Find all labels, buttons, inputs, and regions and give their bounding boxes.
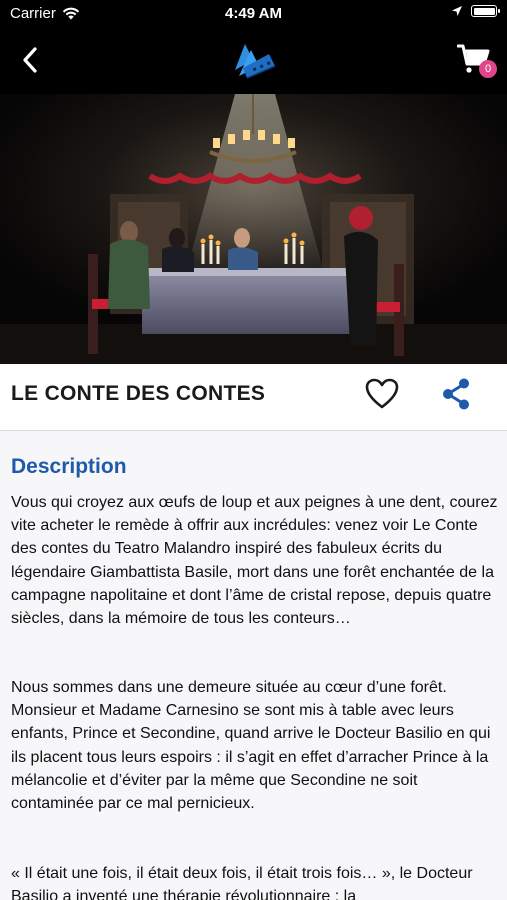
description-paragraph: Nous sommes dans une demeure située au c… bbox=[11, 679, 491, 813]
nav-bar: 0 bbox=[0, 28, 507, 94]
heart-icon bbox=[365, 378, 399, 409]
show-title: LE CONTE DES CONTES bbox=[11, 382, 266, 405]
back-button[interactable] bbox=[14, 42, 46, 78]
show-title-bar: LE CONTE DES CONTES bbox=[0, 364, 507, 431]
description-section: Description Vous qui croyez aux œufs de … bbox=[0, 431, 507, 900]
app-logo-icon bbox=[235, 44, 276, 79]
description-paragraph: Vous qui croyez aux œufs de loup et aux … bbox=[11, 494, 498, 628]
cart-count-badge: 0 bbox=[479, 60, 497, 78]
cart-button[interactable]: 0 bbox=[456, 42, 497, 78]
status-bar: Carrier 4:49 AM bbox=[0, 0, 507, 28]
location-arrow-icon bbox=[452, 6, 462, 16]
favorite-button[interactable] bbox=[364, 377, 400, 411]
description-heading: Description bbox=[11, 455, 127, 478]
share-icon bbox=[443, 378, 469, 410]
battery-icon bbox=[471, 5, 500, 17]
status-time: 4:49 AM bbox=[225, 5, 282, 22]
status-right bbox=[451, 5, 500, 17]
show-hero-image bbox=[0, 94, 507, 364]
description-paragraph: « Il était une fois, il était deux fois,… bbox=[11, 865, 473, 900]
chevron-left-icon bbox=[23, 47, 37, 73]
share-button[interactable] bbox=[438, 377, 474, 411]
stage-scene-image bbox=[0, 94, 507, 364]
